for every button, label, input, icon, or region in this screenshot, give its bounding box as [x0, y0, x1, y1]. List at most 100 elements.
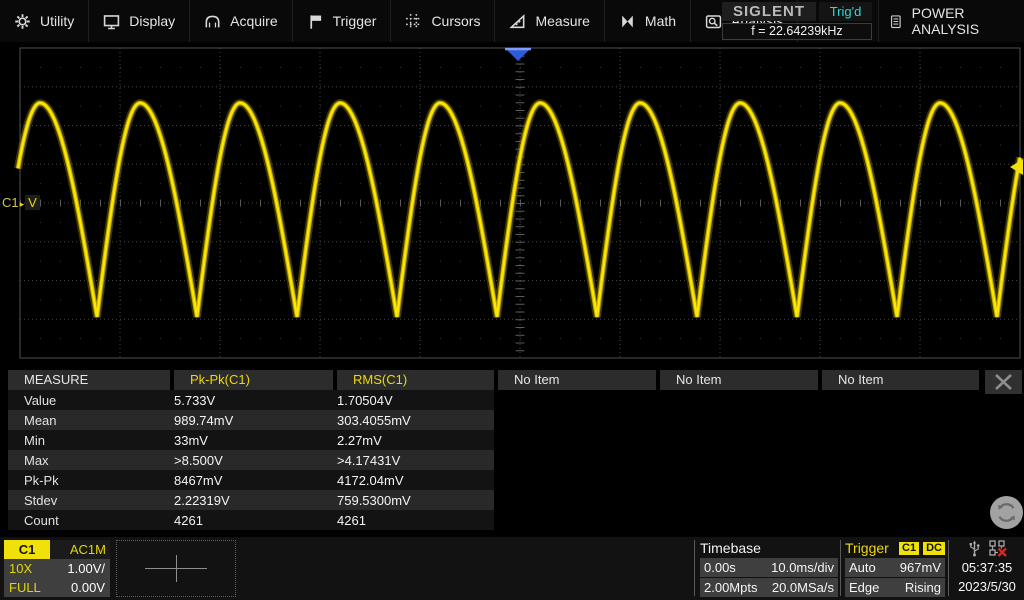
channel1-badge[interactable]: C1 — [4, 540, 50, 559]
trigger-level-marker-icon[interactable] — [1010, 159, 1023, 175]
gear-icon — [15, 13, 30, 29]
measure-close-button[interactable] — [985, 370, 1022, 394]
measure-row-min: Min 33mV 2.27mV — [8, 430, 494, 450]
row-pkpk-value: 33mV — [174, 432, 208, 448]
separator — [694, 540, 695, 596]
trigger-mode: Auto — [849, 560, 876, 575]
trigger-box[interactable]: Trigger C1 DC Auto 967mV Edge Rising — [845, 540, 945, 597]
measure-col-empty-2[interactable]: No Item — [660, 370, 818, 390]
frequency-readout: f = 22.64239kHz — [722, 23, 872, 40]
timebase-memory: 2.00Mpts — [704, 580, 758, 595]
measure-row-mean: Mean 989.74mV 303.4055mV — [8, 410, 494, 430]
row-label: Mean — [24, 412, 57, 428]
flag-icon — [310, 14, 321, 29]
trigger-type: Edge — [849, 580, 880, 595]
menu-acquire[interactable]: Acquire — [190, 0, 293, 42]
row-label: Max — [24, 452, 49, 468]
timebase-delay: 0.00s — [704, 560, 736, 575]
display-icon — [104, 14, 120, 29]
channel1-info-box[interactable]: C1 AC1M 10X 1.00V/ FULL 0.00V — [4, 540, 110, 597]
row-pkpk-value: 4261 — [174, 512, 203, 528]
row-rms-value: 4261 — [337, 512, 366, 528]
menu-math-label: Math — [644, 13, 677, 29]
row-rms-value: 2.27mV — [337, 432, 382, 448]
separator — [840, 540, 841, 596]
menu-display[interactable]: Display — [89, 0, 191, 42]
row-pkpk-value: 5.733V — [174, 392, 216, 408]
measure-col-empty-1[interactable]: No Item — [498, 370, 656, 390]
measure-row-value: Value 5.733V 1.70504V — [8, 390, 494, 410]
trigger-coupling-badge: DC — [923, 542, 945, 555]
measure-icon — [509, 13, 525, 28]
menu-cursors[interactable]: Cursors — [391, 0, 496, 42]
add-channel-area[interactable] — [116, 540, 236, 597]
measure-row-max: Max >8.500V >4.17431V — [8, 450, 494, 470]
row-pkpk-value: 2.22319V — [174, 492, 230, 508]
close-icon — [995, 374, 1012, 390]
row-label: Count — [24, 512, 59, 528]
row-rms-value: 759.5300mV — [337, 492, 411, 508]
menu-measure[interactable]: Measure — [495, 0, 605, 42]
channel1-coupling: AC1M — [50, 540, 110, 559]
analysis-icon — [705, 14, 722, 28]
top-menu-bar: Utility Display Acquire Trigger Cursors … — [0, 0, 1024, 42]
channel-unit-label: V — [25, 195, 40, 210]
channel-position-marker[interactable]: C1 ▸ V — [2, 195, 40, 210]
clipboard-icon — [890, 14, 901, 28]
menu-utility[interactable]: Utility — [0, 0, 90, 42]
clock-time: 05:37:35 — [961, 560, 1013, 575]
lan-disconnected-icon — [988, 540, 1007, 557]
siglent-logo: SIGLENT — [722, 2, 816, 21]
channel-marker-label: C1 — [2, 195, 19, 210]
timebase-samplerate: 20.0MSa/s — [771, 580, 834, 595]
row-rms-value: 4172.04mV — [337, 472, 404, 488]
menu-utility-label: Utility — [40, 13, 75, 29]
crosshair-icon — [176, 555, 177, 582]
graticule-and-trace — [14, 47, 1024, 359]
usb-icon — [969, 540, 979, 557]
measure-header-row: MEASURE Pk-Pk(C1) RMS(C1) No Item No Ite… — [8, 370, 1022, 390]
menu-cursors-label: Cursors — [431, 13, 481, 29]
measure-rows: Value 5.733V 1.70504V Mean 989.74mV 303.… — [8, 390, 1022, 530]
trigger-slope: Rising — [904, 580, 941, 595]
measure-col-rms[interactable]: RMS(C1) — [337, 370, 494, 390]
row-rms-value: 303.4055mV — [337, 412, 411, 428]
channel1-bandwidth: FULL — [9, 580, 41, 595]
menu-display-label: Display — [129, 13, 176, 29]
channel-marker-arrow-icon: ▸ — [19, 199, 25, 209]
separator — [948, 540, 949, 596]
math-icon — [622, 15, 633, 27]
row-pkpk-value: 8467mV — [174, 472, 223, 488]
status-box: 05:37:35 2023/5/30 — [952, 539, 1022, 596]
measure-col-empty-3[interactable]: No Item — [822, 370, 979, 390]
row-rms-value: >4.17431V — [337, 452, 401, 468]
measure-row-stdev: Stdev 2.22319V 759.5300mV — [8, 490, 494, 510]
channel1-attenuation: 10X — [9, 561, 33, 576]
timebase-scale: 10.0ms/div — [771, 560, 834, 575]
trigger-source-badge: C1 — [899, 542, 920, 555]
cursors-icon — [406, 13, 422, 29]
clock-date: 2023/5/30 — [958, 579, 1016, 594]
menu-measure-label: Measure — [535, 13, 590, 29]
menu-acquire-label: Acquire — [230, 13, 278, 29]
menu-math[interactable]: Math — [605, 0, 692, 42]
measure-col-pkpk[interactable]: Pk-Pk(C1) — [174, 370, 333, 390]
measure-title: MEASURE — [8, 370, 170, 390]
trigger-status-badge: Trig'd — [819, 2, 872, 21]
row-label: Stdev — [24, 492, 58, 508]
timebase-title: Timebase — [700, 540, 761, 556]
gesture-dial-button[interactable] — [990, 496, 1023, 529]
measure-row-count: Count 4261 4261 — [8, 510, 494, 530]
row-pkpk-value: 989.74mV — [174, 412, 234, 428]
measure-row-pkpk: Pk-Pk 8467mV 4172.04mV — [8, 470, 494, 490]
bottom-status-bar: C1 AC1M 10X 1.00V/ FULL 0.00V Timebase 0… — [0, 537, 1024, 600]
row-rms-value: 1.70504V — [337, 392, 393, 408]
channel1-scale: 1.00V/ — [67, 561, 105, 576]
menu-trigger[interactable]: Trigger — [293, 0, 392, 42]
main-menu: Utility Display Acquire Trigger Cursors … — [0, 0, 799, 42]
channel1-offset: 0.00V — [71, 580, 105, 595]
trigger-level: 967mV — [899, 560, 941, 575]
timebase-box[interactable]: Timebase 0.00s 10.0ms/div 2.00Mpts 20.0M… — [700, 540, 838, 597]
menu-power-analysis[interactable]: POWER ANALYSIS — [878, 0, 1024, 42]
acquire-icon — [205, 15, 220, 27]
